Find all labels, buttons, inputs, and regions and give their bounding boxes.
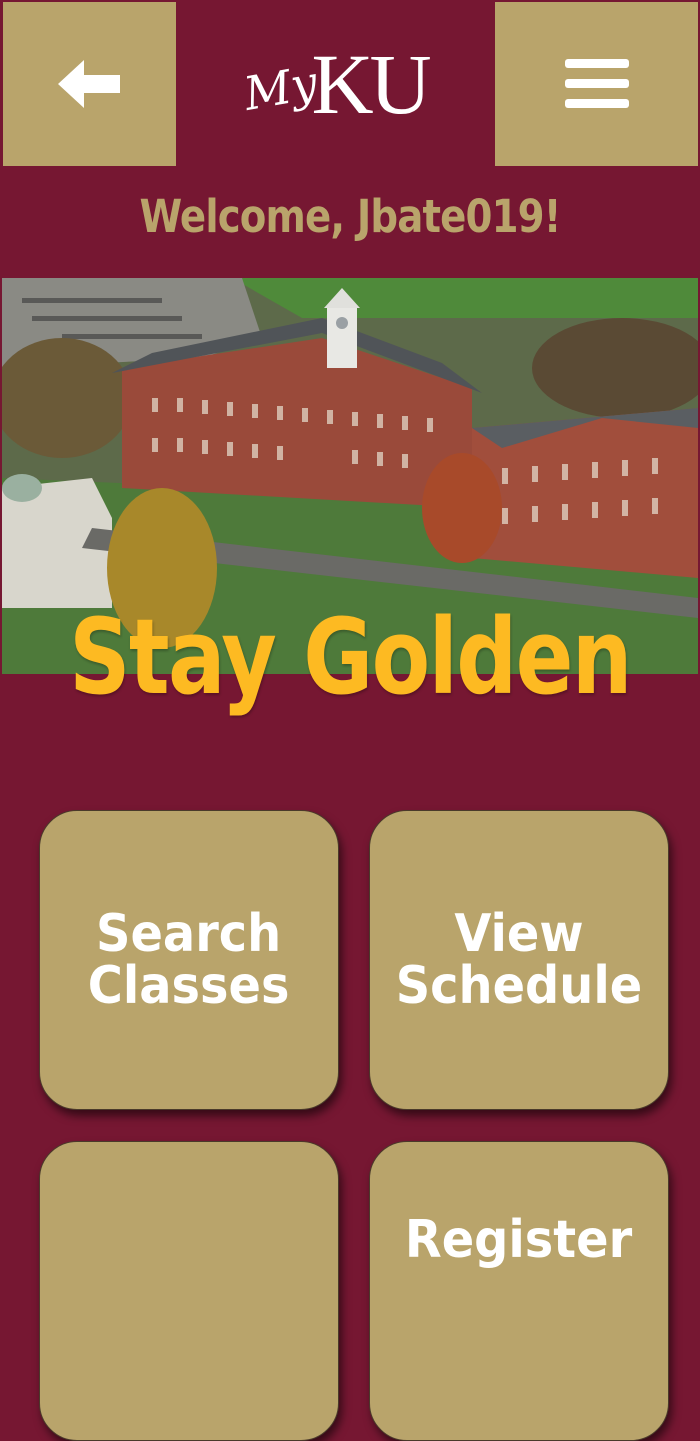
myku-logo: My KU bbox=[177, 0, 495, 167]
search-classes-button[interactable]: Search Classes bbox=[39, 810, 339, 1110]
hamburger-menu-icon bbox=[564, 59, 629, 108]
view-schedule-button[interactable]: View Schedule bbox=[369, 810, 669, 1110]
welcome-message: Welcome, Jbate019! bbox=[139, 190, 561, 243]
view-schedule-label: View Schedule bbox=[395, 904, 643, 1016]
search-classes-label: Search Classes bbox=[88, 904, 290, 1016]
register-label: Register bbox=[405, 1210, 633, 1270]
menu-button[interactable] bbox=[495, 2, 698, 166]
tile-button-3[interactable] bbox=[39, 1141, 339, 1441]
back-button[interactable] bbox=[3, 2, 176, 166]
arrow-left-icon bbox=[57, 60, 120, 108]
logo-ku-text: KU bbox=[311, 35, 431, 132]
register-button[interactable]: Register bbox=[369, 1141, 669, 1441]
logo-my-text: My bbox=[240, 54, 322, 121]
slogan-text: Stay Golden bbox=[69, 596, 632, 718]
top-bar: My KU bbox=[0, 0, 700, 167]
